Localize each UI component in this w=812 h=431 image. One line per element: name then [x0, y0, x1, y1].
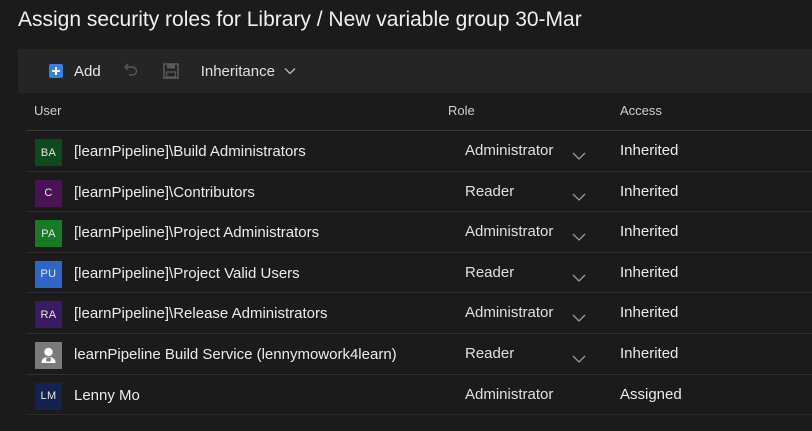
inheritance-label: Inheritance — [200, 62, 275, 80]
role-value: Reader — [465, 344, 515, 362]
access-value: Inherited — [620, 223, 679, 241]
column-header-role[interactable]: Role — [448, 103, 475, 118]
column-header-user[interactable]: User — [34, 103, 61, 118]
column-header-access[interactable]: Access — [620, 103, 662, 118]
table-row[interactable]: RA [learnPipeline]\Release Administrator… — [26, 293, 812, 334]
avatar: RA — [35, 301, 62, 329]
save-icon[interactable] — [162, 63, 179, 79]
role-dropdown[interactable]: Administrator — [465, 222, 587, 244]
roles-table: BA [learnPipeline]\Build Administrators … — [26, 131, 812, 416]
chevron-down-icon — [572, 147, 586, 165]
role-value: Administrator — [465, 223, 554, 241]
chevron-down-icon — [284, 67, 296, 75]
role-dropdown[interactable]: Administrator — [465, 141, 587, 163]
role-dropdown[interactable]: Reader — [465, 344, 587, 366]
user-name: learnPipeline Build Service (lennymowork… — [74, 345, 397, 363]
avatar — [35, 341, 62, 369]
role-dropdown[interactable]: Administrator — [465, 303, 587, 325]
table-row[interactable]: PU [learnPipeline]\Project Valid Users R… — [26, 253, 812, 294]
user-name: [learnPipeline]\Build Administrators — [74, 143, 306, 160]
chevron-down-icon — [572, 269, 586, 287]
add-button-label: Add — [74, 62, 101, 80]
user-name: [learnPipeline]\Release Administrators — [74, 305, 328, 323]
chevron-down-icon — [572, 309, 586, 327]
user-name: Lenny Mo — [74, 386, 140, 404]
role-dropdown[interactable]: Reader — [465, 182, 587, 204]
toolbar: Add Inheritance — [18, 49, 812, 93]
table-row[interactable]: BA [learnPipeline]\Build Administrators … — [26, 131, 812, 172]
chevron-down-icon — [572, 228, 586, 246]
table-row[interactable]: learnPipeline Build Service (lennymowork… — [26, 334, 812, 375]
chevron-down-icon — [572, 350, 586, 368]
table-row[interactable]: LM Lenny Mo Administrator Assigned — [26, 375, 812, 416]
plus-square-icon — [49, 64, 63, 78]
person-icon — [35, 342, 62, 369]
avatar: LM — [35, 382, 62, 410]
undo-icon[interactable] — [123, 61, 139, 82]
role-value: Reader — [465, 182, 515, 200]
role-value: Administrator — [465, 142, 554, 159]
chevron-down-icon — [572, 188, 586, 206]
access-value: Inherited — [620, 182, 679, 200]
access-value: Assigned — [620, 385, 682, 403]
role-value: Administrator — [465, 304, 554, 322]
add-button[interactable]: Add — [49, 56, 101, 86]
user-name: [learnPipeline]\Project Valid Users — [74, 264, 300, 282]
role-value: Reader — [465, 263, 515, 281]
user-name: [learnPipeline]\Contributors — [74, 183, 255, 201]
access-value: Inherited — [620, 142, 679, 159]
avatar: BA — [35, 139, 62, 166]
access-value: Inherited — [620, 304, 679, 322]
table-row[interactable]: PA [learnPipeline]\Project Administrator… — [26, 212, 812, 253]
access-value: Inherited — [620, 344, 679, 362]
table-row[interactable]: C [learnPipeline]\Contributors Reader In… — [26, 172, 812, 213]
avatar: PU — [35, 260, 62, 288]
avatar: PA — [35, 220, 62, 248]
page-title: Assign security roles for Library / New … — [18, 8, 582, 31]
avatar: C — [35, 179, 62, 207]
role-value: Administrator — [465, 385, 554, 403]
inheritance-dropdown[interactable]: Inheritance — [201, 56, 296, 86]
user-name: [learnPipeline]\Project Administrators — [74, 224, 320, 242]
role-dropdown[interactable]: Reader — [465, 263, 587, 285]
access-value: Inherited — [620, 263, 679, 281]
security-roles-page: Assign security roles for Library / New … — [0, 0, 812, 431]
